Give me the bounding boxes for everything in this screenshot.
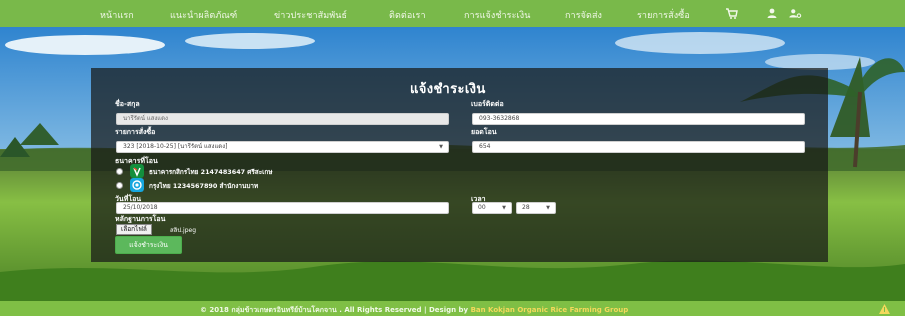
order-select[interactable]: 323 [2018-10-25] [นารีรัตน์ แสงแดง] ▼ xyxy=(116,141,449,153)
bank-radio-kasikorn[interactable] xyxy=(116,168,123,175)
order-select-value: 323 [2018-10-25] [นารีรัตน์ แสงแดง] xyxy=(123,143,228,150)
nav-shipping[interactable]: การจัดส่ง xyxy=(565,8,602,22)
kasikorn-bank-icon xyxy=(130,164,144,178)
phone-label: เบอร์ติดต่อ xyxy=(471,100,504,108)
scroll-top-icon[interactable] xyxy=(878,303,891,315)
selected-file-name: สลิป.jpeg xyxy=(170,227,197,234)
footer: © 2018 กลุ่มข้าวเกษตรอินทรีย์บ้านโคกจาน … xyxy=(0,301,905,316)
phone-field[interactable]: 093-3632868 xyxy=(472,113,805,125)
choose-file-button[interactable]: เลือกไฟล์ xyxy=(116,224,152,235)
krungthai-bank-icon xyxy=(130,178,144,192)
user-gear-icon[interactable] xyxy=(788,7,802,20)
amount-label: ยอดโอน xyxy=(471,128,497,136)
name-label: ชื่อ-สกุล xyxy=(115,100,140,108)
form-title: แจ้งชำระเงิน xyxy=(410,82,486,97)
name-field[interactable]: นารีรัตน์ แสงแดง xyxy=(116,113,449,125)
footer-copyright: © 2018 กลุ่มข้าวเกษตรอินทรีย์บ้านโคกจาน … xyxy=(200,306,469,314)
cart-icon[interactable] xyxy=(725,7,739,20)
hour-select[interactable]: 00 ▼ xyxy=(472,202,512,214)
chevron-down-icon: ▼ xyxy=(439,144,443,150)
footer-text-wrapper: © 2018 กลุ่มข้าวเกษตรอินทรีย์บ้านโคกจาน … xyxy=(200,305,628,316)
order-label: รายการสั่งซื้อ xyxy=(115,128,156,136)
user-icon[interactable] xyxy=(765,7,779,20)
nav-home[interactable]: หน้าแรก xyxy=(100,8,134,22)
top-navbar: หน้าแรก แนะนำผลิตภัณฑ์ ข่าวประชาสัมพันธ์… xyxy=(0,0,905,27)
bank-kasikorn-label: ธนาคารกสิกรไทย 2147483647 ศรีสะเกษ xyxy=(149,168,273,176)
hour-value: 00 xyxy=(478,204,486,211)
date-field[interactable]: 25/10/2018 xyxy=(116,202,449,214)
minute-value: 28 xyxy=(522,204,530,211)
nav-payment-notice[interactable]: การแจ้งชำระเงิน xyxy=(464,8,530,22)
footer-designer: Ban Kokjan Organic Rice Farming Group xyxy=(470,306,629,314)
nav-orders[interactable]: รายการสั่งซื้อ xyxy=(637,8,690,22)
chevron-down-icon: ▼ xyxy=(546,205,550,211)
minute-select[interactable]: 28 ▼ xyxy=(516,202,556,214)
chevron-down-icon: ▼ xyxy=(502,205,506,211)
bank-radio-krungthai[interactable] xyxy=(116,182,123,189)
nav-products[interactable]: แนะนำผลิตภัณฑ์ xyxy=(170,8,237,22)
bank-krungthai-label: กรุงไทย 1234567890 สำนักงานบาท xyxy=(149,182,259,190)
nav-news[interactable]: ข่าวประชาสัมพันธ์ xyxy=(274,8,347,22)
nav-contact[interactable]: ติดต่อเรา xyxy=(389,8,426,22)
submit-payment-button[interactable]: แจ้งชำระเงิน xyxy=(115,236,182,254)
amount-field[interactable]: 654 xyxy=(472,141,805,153)
